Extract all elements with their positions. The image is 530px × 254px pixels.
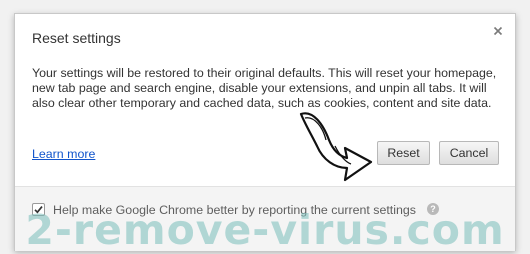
close-icon[interactable] [491,24,505,38]
learn-more-link[interactable]: Learn more [32,147,95,161]
dialog-description: Your settings will be restored to their … [32,66,497,110]
hand-drawn-arrow-icon [299,112,373,182]
dialog-title: Reset settings [32,30,121,46]
reset-button[interactable]: Reset [377,141,430,165]
watermark-text: 2-remove-virus.com [25,206,505,254]
cancel-button[interactable]: Cancel [439,141,499,165]
